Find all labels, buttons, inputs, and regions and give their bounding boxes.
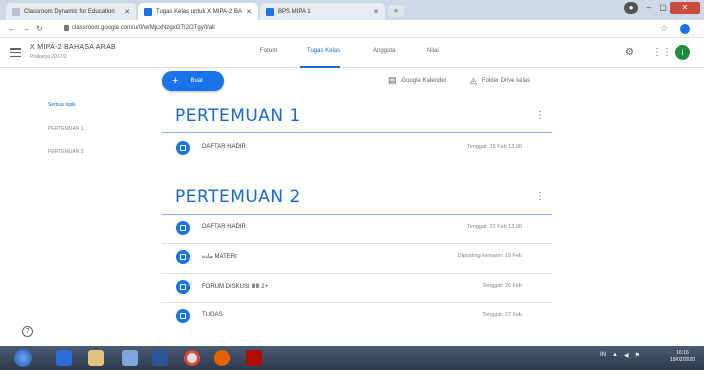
question-icon <box>176 280 190 294</box>
topic-divider <box>162 214 552 215</box>
sidebar-item-pertemuan-1[interactable]: PERTEMUAN 1 <box>48 126 83 132</box>
class-subtitle: Prakarya 2017/2 <box>30 54 67 60</box>
item-due: Tenggat: 26 Feb <box>482 283 522 289</box>
assignment-icon <box>176 221 190 235</box>
topic-more-icon[interactable]: ⋮ <box>535 110 545 121</box>
new-tab-button[interactable]: + <box>388 5 404 17</box>
item-due: Tenggat: 27 Feb <box>482 312 522 318</box>
media-player-icon[interactable] <box>56 350 72 366</box>
start-button-icon[interactable] <box>14 349 32 367</box>
row-divider <box>162 302 552 303</box>
extension-icon[interactable] <box>680 24 690 34</box>
item-due: Diposting kemarin: 19 Feb <box>457 253 522 259</box>
browser-tab-bar: Classroom Dynamic for Education ✕ Tugas … <box>0 0 704 20</box>
tab-favicon-icon <box>144 7 152 16</box>
windows-taskbar: IN ▲ ◀ ⚑ 16:16 19/02/2020 <box>0 346 704 370</box>
tab-favicon-icon <box>12 7 20 16</box>
tab-nilai[interactable]: Nilai <box>427 48 439 54</box>
item-title: DAFTAR HADIR <box>202 224 246 230</box>
word-icon[interactable] <box>152 350 168 366</box>
calendar-label: Google Kalender <box>401 77 447 84</box>
tab-label: Classroom Dynamic for Education <box>24 8 115 15</box>
back-icon[interactable]: ← <box>8 24 16 33</box>
create-label: Buat <box>190 78 203 84</box>
material-icon <box>176 250 190 264</box>
help-icon[interactable]: ? <box>22 326 33 337</box>
item-title: DAFTAR HADIR <box>202 144 246 150</box>
plus-icon: + <box>172 74 179 87</box>
sidebar-item-pertemuan-2[interactable]: PERTEMUAN 2 <box>48 149 83 155</box>
drive-folder-link[interactable]: ◬ Folder Drive kelas <box>470 75 530 86</box>
topic-divider <box>162 132 552 133</box>
tab-label: BPS MIPA 1 <box>278 8 311 15</box>
tab-forum[interactable]: Forum <box>260 48 277 54</box>
topic-title: PERTEMUAN 2 <box>175 187 301 207</box>
forward-icon[interactable]: → <box>22 24 30 33</box>
classroom-header: X MIPA-2 BAHASA ARAB Prakarya 2017/2 For… <box>0 38 704 68</box>
lock-icon <box>64 25 69 31</box>
topic-title: PERTEMUAN 1 <box>175 106 301 126</box>
bookmark-star-icon[interactable]: ☆ <box>660 23 668 34</box>
item-title: TUGAS <box>202 312 223 318</box>
minimize-icon[interactable]: – <box>642 2 656 14</box>
tab-tugas-kelas[interactable]: Tugas Kelas <box>307 48 340 54</box>
tab-label: Tugas Kelas untuk X MIPA-2 BA <box>156 8 243 15</box>
assignment-icon <box>176 141 190 155</box>
topic-more-icon[interactable]: ⋮ <box>535 191 545 202</box>
list-item[interactable]: DAFTAR HADIR Tenggat: 22 Feb 13.00 <box>162 217 552 241</box>
class-title[interactable]: X MIPA-2 BAHASA ARAB <box>30 44 116 51</box>
item-title: FORUM DISKUSI ⅢⅢ 2+ <box>202 284 269 290</box>
avatar[interactable]: i <box>675 45 690 60</box>
calendar-icon: ▤ <box>388 75 397 85</box>
item-title: مادة MATERI <box>202 254 237 260</box>
sidebar-item-all-topics[interactable]: Semua topik <box>48 102 76 108</box>
hamburger-menu-icon[interactable] <box>10 48 21 57</box>
volume-icon[interactable]: ◀ <box>624 352 629 359</box>
reload-icon[interactable]: ↻ <box>36 24 43 33</box>
clock[interactable]: 16:16 19/02/2020 <box>670 350 695 364</box>
clock-date: 19/02/2020 <box>670 357 696 363</box>
google-calendar-link[interactable]: ▤ Google Kalender <box>388 75 447 86</box>
list-item[interactable]: FORUM DISKUSI ⅢⅢ 2+ Tenggat: 26 Feb <box>162 276 552 300</box>
close-window-icon[interactable]: ✕ <box>670 2 700 14</box>
browser-tab[interactable]: Classroom Dynamic for Education ✕ <box>6 3 136 20</box>
file-explorer-icon[interactable] <box>88 350 104 366</box>
tab-close-icon[interactable]: ✕ <box>373 8 379 16</box>
tab-close-icon[interactable]: ✕ <box>246 8 252 16</box>
item-due: Tenggat: 22 Feb 13.00 <box>466 224 522 230</box>
browser-tab[interactable]: BPS MIPA 1 ✕ <box>260 3 385 20</box>
drive-label: Folder Drive kelas <box>481 77 531 84</box>
create-button[interactable]: + Buat <box>162 71 224 91</box>
tab-close-icon[interactable]: ✕ <box>124 8 130 16</box>
item-due: Tenggat: 15 Feb 13.00 <box>466 144 522 150</box>
address-bar: ← → ↻ classroom.google.com/u/0/w/MjcxNzg… <box>0 20 704 38</box>
row-divider <box>162 273 552 274</box>
url-field[interactable]: classroom.google.com/u/0/w/MjcxNzgxOTI2O… <box>72 25 215 31</box>
network-icon[interactable]: ▲ <box>612 352 618 359</box>
flag-icon[interactable]: ⚑ <box>635 352 640 359</box>
browser-tab-active[interactable]: Tugas Kelas untuk X MIPA-2 BA ✕ <box>138 3 258 20</box>
tab-favicon-icon <box>266 7 274 16</box>
list-item[interactable]: TUGAS Tenggat: 27 Feb <box>162 305 552 329</box>
app-icon[interactable] <box>122 350 138 366</box>
list-item[interactable]: DAFTAR HADIR Tenggat: 15 Feb 13.00 <box>162 137 552 161</box>
row-divider <box>162 243 552 244</box>
clock-time: 16:16 <box>676 350 689 356</box>
language-indicator[interactable]: IN <box>600 352 606 359</box>
active-tab-underline <box>300 66 340 68</box>
tab-anggota[interactable]: Anggota <box>373 48 395 54</box>
chrome-icon[interactable] <box>184 350 200 366</box>
assignment-icon <box>176 309 190 323</box>
drive-icon: ◬ <box>470 75 477 85</box>
pdf-reader-icon[interactable] <box>246 350 262 366</box>
list-item[interactable]: مادة MATERI Diposting kemarin: 19 Feb <box>162 246 552 270</box>
settings-gear-icon[interactable]: ⚙ <box>625 48 634 58</box>
profile-icon[interactable]: ● <box>624 2 638 14</box>
maximize-icon[interactable]: ▢ <box>656 2 670 14</box>
firefox-icon[interactable] <box>214 350 230 366</box>
system-tray: IN ▲ ◀ ⚑ <box>600 352 640 359</box>
